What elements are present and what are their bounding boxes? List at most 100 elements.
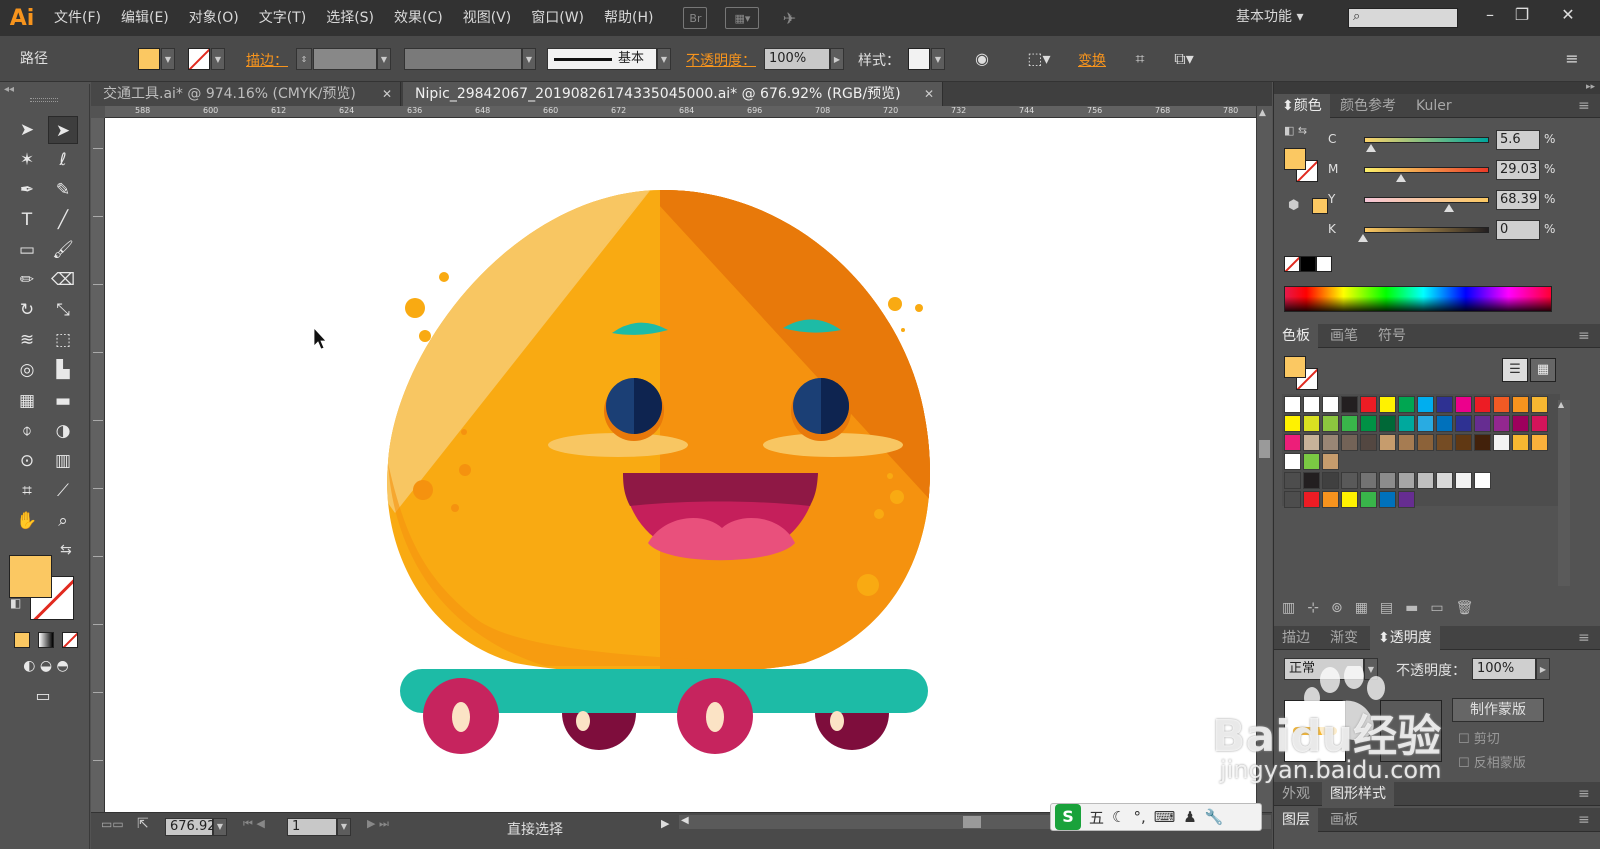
vertical-scrollbar[interactable]: ▲: [1256, 106, 1272, 812]
color-swatch[interactable]: [1360, 491, 1377, 508]
swap-fill-stroke-icon[interactable]: ⇆: [60, 542, 72, 558]
magenta-value[interactable]: 29.03: [1496, 160, 1540, 180]
default-colors-icon[interactable]: ◧: [10, 596, 21, 610]
blend-tool-icon[interactable]: ◑: [48, 417, 78, 445]
zoom-field[interactable]: 676.92: [165, 818, 216, 836]
tab-kuler[interactable]: Kuler: [1408, 94, 1460, 118]
blend-mode-dropdown-icon[interactable]: ▼: [1364, 658, 1378, 680]
swatch-scrollbar[interactable]: ▲: [1558, 400, 1570, 586]
recolor-icon[interactable]: ◉: [970, 48, 994, 70]
type-tool-icon[interactable]: T: [12, 206, 42, 234]
color-swatch[interactable]: [1284, 396, 1301, 413]
color-swatch[interactable]: [1398, 434, 1415, 451]
color-swatch[interactable]: [1284, 415, 1301, 432]
style-dropdown-icon[interactable]: ▼: [931, 48, 945, 70]
minimize-icon[interactable]: –: [1476, 4, 1504, 26]
tab-transparency[interactable]: ⬍透明度: [1370, 626, 1440, 650]
stroke-weight-stepper[interactable]: ⇕: [296, 48, 312, 70]
mask-thumbnail[interactable]: [1380, 700, 1442, 762]
stroke-dropdown-icon[interactable]: ▼: [211, 48, 225, 70]
transparency-opacity-field[interactable]: 100%: [1472, 658, 1536, 680]
none-color-chip[interactable]: [1284, 256, 1300, 272]
shape-builder-icon[interactable]: ◎: [12, 356, 42, 384]
perspective-grid-icon[interactable]: ▙: [48, 356, 78, 384]
symbol-sprayer-icon[interactable]: ⊙: [12, 447, 42, 475]
color-swatch[interactable]: [1493, 396, 1510, 413]
scroll-left-icon[interactable]: ◀: [681, 815, 689, 826]
horizontal-scroll-thumb[interactable]: [963, 816, 981, 828]
tab-stroke[interactable]: 描边: [1274, 626, 1318, 650]
close-tab-icon[interactable]: ✕: [382, 82, 392, 106]
fill-dropdown-icon[interactable]: ▼: [161, 48, 175, 70]
gradient-mode-icon[interactable]: [38, 632, 54, 648]
transparency-opacity-arrow-icon[interactable]: ▶: [1536, 658, 1550, 680]
panel-menu-icon[interactable]: ≡: [1570, 808, 1598, 832]
color-swatch[interactable]: [1360, 472, 1377, 489]
tab-artboards[interactable]: 画板: [1322, 808, 1366, 832]
cyan-value[interactable]: 5.6: [1496, 130, 1540, 150]
monster-illustration[interactable]: [105, 118, 1256, 812]
zoom-tool-icon[interactable]: ⌕: [48, 507, 78, 535]
opacity-arrow-icon[interactable]: ▶: [830, 48, 844, 70]
color-swatch[interactable]: [1531, 434, 1548, 451]
color-swatch[interactable]: [1512, 396, 1529, 413]
toolbar-grip[interactable]: [30, 98, 58, 102]
yellow-slider[interactable]: Y 68.39 %: [1274, 188, 1600, 216]
input-method-bar[interactable]: S 五 ☾ °, ⌨ ♟ 🔧: [1050, 803, 1262, 831]
mesh-tool-icon[interactable]: ▦: [12, 387, 42, 415]
bridge-icon[interactable]: Br: [683, 7, 708, 29]
pen-tool-icon[interactable]: ✒: [12, 176, 42, 204]
color-swatch[interactable]: [1436, 472, 1453, 489]
color-swatch[interactable]: [1322, 415, 1339, 432]
restore-icon[interactable]: ❐: [1508, 4, 1536, 26]
swatch-fill-preview[interactable]: [1284, 356, 1306, 378]
color-swatch[interactable]: [1436, 396, 1453, 413]
color-swatch[interactable]: [1398, 491, 1415, 508]
scroll-up-icon[interactable]: ▲: [1259, 108, 1266, 118]
menu-select[interactable]: 选择(S): [316, 0, 384, 36]
list-view-icon[interactable]: ☰: [1502, 358, 1528, 382]
workspace-switcher[interactable]: 基本功能 ▾: [1236, 6, 1303, 26]
color-swatch[interactable]: [1417, 396, 1434, 413]
magenta-track[interactable]: [1364, 167, 1489, 173]
cyan-track[interactable]: [1364, 137, 1489, 143]
wrench-icon[interactable]: 🔧: [1205, 808, 1224, 826]
object-thumbnail[interactable]: [1284, 700, 1346, 762]
menu-file[interactable]: 文件(F): [44, 0, 111, 36]
color-swatch[interactable]: [1303, 396, 1320, 413]
isolate-icon[interactable]: ⧉▾: [1166, 48, 1202, 70]
black-value[interactable]: 0: [1496, 220, 1540, 240]
menu-edit[interactable]: 编辑(E): [111, 0, 179, 36]
color-swatch[interactable]: [1417, 472, 1434, 489]
color-swatch[interactable]: [1322, 472, 1339, 489]
curvature-tool-icon[interactable]: ✎: [48, 176, 78, 204]
color-swatch[interactable]: [1322, 453, 1339, 470]
fill-swatch[interactable]: [138, 48, 160, 70]
artboard-dropdown-icon[interactable]: ▼: [337, 818, 351, 836]
transform-link[interactable]: 变换: [1078, 50, 1106, 70]
hand-tool-icon[interactable]: ✋: [12, 507, 42, 535]
blend-mode-select[interactable]: 正常: [1284, 658, 1364, 680]
slice-tool-icon[interactable]: ⟋: [48, 477, 78, 505]
color-spectrum-bar[interactable]: [1284, 286, 1552, 312]
variable-width-profile[interactable]: [404, 48, 522, 70]
direct-selection-tool-icon[interactable]: ➤: [48, 116, 78, 144]
pencil-icon[interactable]: ✏: [12, 266, 42, 294]
none-mode-icon[interactable]: [62, 632, 78, 648]
punctuation-icon[interactable]: °,: [1133, 808, 1145, 826]
color-swatch[interactable]: [1341, 472, 1358, 489]
color-swatch[interactable]: [1303, 491, 1320, 508]
stroke-weight-field[interactable]: [313, 48, 377, 70]
vertical-scroll-thumb[interactable]: [1259, 440, 1270, 458]
collapse-toolbar-icon[interactable]: ◂◂: [4, 84, 14, 95]
artboard-tool-icon[interactable]: ⌗: [12, 477, 42, 505]
color-swatch[interactable]: [1341, 415, 1358, 432]
color-swatch[interactable]: [1303, 415, 1320, 432]
tab-brushes[interactable]: 画笔: [1322, 324, 1366, 348]
yellow-value[interactable]: 68.39: [1496, 190, 1540, 210]
color-fill-swatch[interactable]: [1284, 148, 1306, 170]
color-swatch[interactable]: [1284, 491, 1301, 508]
tab-layers[interactable]: 图层: [1274, 808, 1318, 832]
color-swatch[interactable]: [1341, 491, 1358, 508]
magenta-knob[interactable]: [1396, 174, 1406, 182]
